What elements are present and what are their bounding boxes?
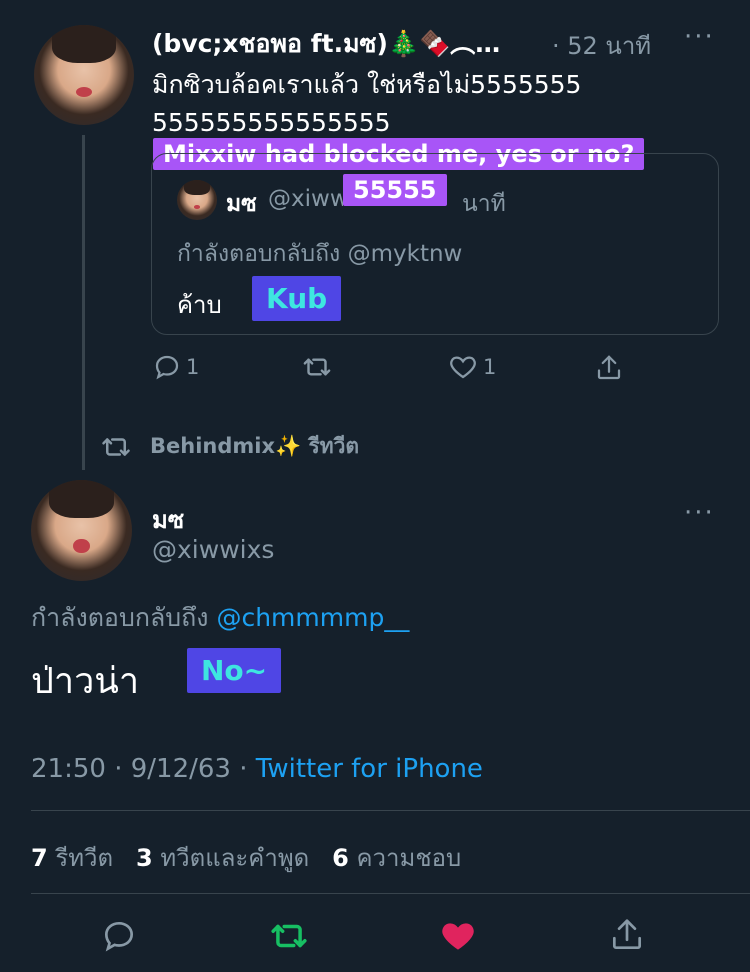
tweet-time[interactable]: · 52 นาที: [552, 26, 651, 65]
reply-icon: [155, 355, 179, 380]
retweets-count[interactable]: 7: [31, 844, 48, 872]
likes-label[interactable]: ความชอบ: [356, 844, 461, 872]
retweet-context-text[interactable]: Behindmix✨ รีทวีต: [150, 430, 359, 463]
quote-avatar: [177, 180, 217, 220]
reply-button[interactable]: [100, 917, 138, 955]
replying-to: กำลังตอบกลับถึง @chmmmmp__: [31, 598, 409, 638]
tweet-text: ป่าวน่า: [31, 661, 140, 702]
more-options-icon[interactable]: ···: [684, 22, 715, 52]
replying-to-handle[interactable]: @chmmmmp__: [216, 603, 409, 632]
divider: [31, 810, 750, 811]
tweet-stats: 7 รีทวีต 3 ทวีตและคำพูด 6 ความชอบ: [31, 838, 461, 877]
retweet-icon: [102, 437, 130, 456]
reply-icon: [104, 921, 134, 952]
retweet-icon: [271, 924, 307, 948]
tweet-meta: 21:50 · 9/12/63 · Twitter for iPhone: [31, 754, 483, 784]
heart-icon: [450, 356, 476, 379]
likes-count[interactable]: 6: [332, 844, 349, 872]
translation-annotation: No~: [187, 648, 282, 693]
like-button[interactable]: [438, 917, 478, 955]
more-options-icon[interactable]: ···: [684, 498, 715, 528]
thread-line: [82, 135, 85, 470]
share-icon: [597, 355, 621, 380]
retweets-label[interactable]: รีทวีต: [55, 844, 113, 872]
like-button[interactable]: 1: [447, 352, 496, 382]
divider: [31, 893, 750, 894]
quote-handle: @xiwwixs: [268, 186, 343, 212]
retweet-icon: [303, 358, 331, 376]
reply-button[interactable]: 1: [152, 352, 199, 382]
share-icon: [612, 919, 642, 950]
retweet-button[interactable]: [300, 352, 334, 382]
retweet-button[interactable]: [266, 917, 312, 955]
avatar[interactable]: [34, 25, 134, 125]
quotes-count[interactable]: 3: [136, 844, 153, 872]
tweet-text: มิกซิวบล้อคเราแล้ว ใช่หรือไม่55555555555…: [152, 70, 582, 137]
replying-to-label: กำลังตอบกลับถึง: [31, 603, 209, 632]
timestamp[interactable]: 21:50 · 9/12/63 ·: [31, 754, 247, 784]
avatar[interactable]: [31, 480, 132, 581]
display-name[interactable]: มซ: [152, 500, 184, 539]
quotes-label[interactable]: ทวีตและคำพูด: [160, 844, 309, 872]
like-count: 1: [483, 355, 497, 379]
quote-name: มซ: [226, 191, 257, 217]
quote-text: ค้าบ: [177, 291, 222, 319]
share-button[interactable]: [594, 352, 624, 384]
reply-count: 1: [186, 355, 200, 379]
tweet-source[interactable]: Twitter for iPhone: [256, 754, 483, 784]
quote-time: นาที: [462, 191, 506, 217]
quote-replying-to: กำลังตอบกลับถึง @myktnw: [177, 241, 463, 267]
share-button[interactable]: [608, 915, 646, 955]
user-handle[interactable]: @xiwwixs: [152, 535, 274, 564]
quote-annotation: Kub: [252, 276, 342, 321]
display-name[interactable]: (bvc;xชอพอ ft.มซ)🎄🍫︵…: [152, 24, 562, 64]
heart-icon: [442, 923, 474, 950]
retweet-context: Behindmix✨ รีทวีต: [98, 430, 359, 463]
